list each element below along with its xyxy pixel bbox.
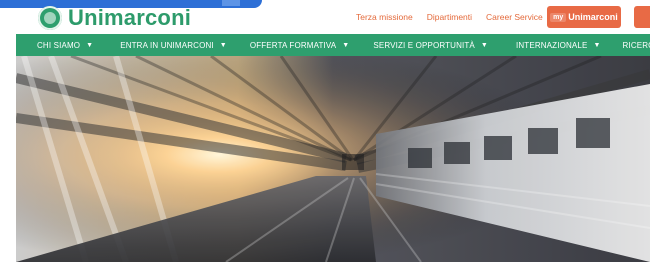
nav-offerta-formativa[interactable]: OFFERTA FORMATIVA ▼	[250, 34, 350, 56]
top-links: Terza missione Dipartimenti Career Servi…	[356, 12, 543, 22]
chevron-down-icon: ▼	[219, 41, 227, 49]
nav-ricerca[interactable]: RICERCA	[623, 34, 650, 56]
toplink-terza-missione[interactable]: Terza missione	[356, 12, 413, 22]
site-header: Unimarconi Terza missione Dipartimenti C…	[0, 0, 650, 34]
cut-off-header-button[interactable]	[634, 6, 650, 28]
nav-internazionale[interactable]: INTERNAZIONALE ▼	[516, 34, 601, 56]
chevron-down-icon: ▼	[480, 41, 488, 49]
train-tunnel-photo	[16, 56, 650, 262]
chevron-down-icon: ▼	[86, 41, 94, 49]
nav-entra-in-unimarconi[interactable]: ENTRA IN UNIMARCONI ▼	[120, 34, 227, 56]
nav-offerta-label: OFFERTA FORMATIVA	[249, 40, 337, 50]
nav-chi-siamo-label: CHI SIAMO	[37, 40, 81, 50]
hero-image	[16, 56, 650, 262]
nav-chi-siamo[interactable]: CHI SIAMO ▼	[37, 34, 93, 56]
brand-logo[interactable]: Unimarconi	[38, 5, 192, 30]
brand-name: Unimarconi	[68, 5, 192, 30]
nav-entra-label: ENTRA IN UNIMARCONI	[120, 40, 214, 50]
toplink-dipartimenti[interactable]: Dipartimenti	[427, 12, 472, 22]
nav-servizi-opportunita[interactable]: SERVIZI E OPPORTUNITÀ ▼	[373, 34, 488, 56]
my-badge: my	[550, 12, 567, 22]
chevron-down-icon: ▼	[593, 41, 601, 49]
nav-internazionale-label: INTERNAZIONALE	[516, 40, 588, 50]
my-unimarconi-button[interactable]: my Unimarconi	[547, 6, 621, 28]
main-navigation: CHI SIAMO ▼ ENTRA IN UNIMARCONI ▼ OFFERT…	[16, 34, 650, 56]
toplink-career-service[interactable]: Career Service	[486, 12, 543, 22]
my-unimarconi-label: Unimarconi	[568, 12, 618, 22]
brand-logo-icon	[38, 6, 62, 30]
nav-servizi-label: SERVIZI E OPPORTUNITÀ	[373, 40, 475, 50]
chevron-down-icon: ▼	[342, 41, 350, 49]
nav-ricerca-label: RICERCA	[622, 40, 650, 50]
